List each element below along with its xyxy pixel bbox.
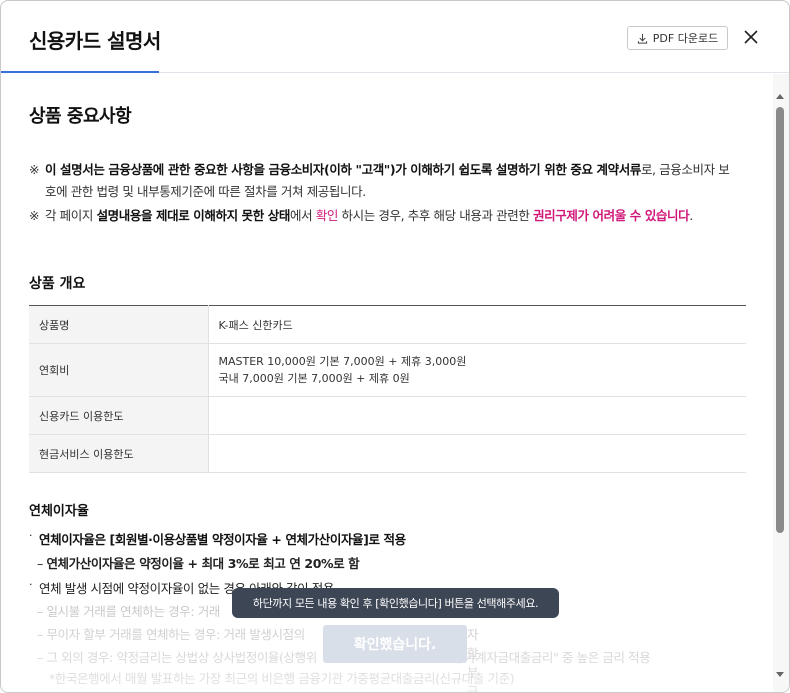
late-dash-4-text: 그 외의 경우: 약정금리는 상법상 상사법정이율(상행위 bbox=[46, 650, 317, 665]
row-value: MASTER 10,000원 기본 7,000원 + 제휴 3,000원 국내 … bbox=[208, 343, 746, 397]
annual-fee-line: 국내 7,000원 기본 7,000원 + 제휴 0원 bbox=[218, 372, 410, 385]
notice-2-warning-highlight: 권리구제가 어려울 수 있습니다 bbox=[533, 208, 690, 223]
late-interest-title: 연체이자율 bbox=[29, 504, 89, 519]
table-row: 연회비 MASTER 10,000원 기본 7,000원 + 제휴 3,000원… bbox=[29, 343, 746, 397]
section-title: 상품 중요사항 bbox=[29, 106, 132, 127]
scroll-down-arrow-icon[interactable] bbox=[776, 672, 784, 677]
late-dash-2: – 일시불 거래를 연체하는 경우: 거래 bbox=[37, 604, 220, 619]
late-dash-2-text: 일시불 거래를 연체하는 경우: 거래 bbox=[46, 604, 220, 619]
overview-title: 상품 개요 bbox=[29, 276, 86, 292]
late-dash-4: – 그 외의 경우: 약정금리는 상법상 상사법정이율(상행위 금융가계자금대출금… bbox=[37, 647, 651, 666]
late-dash-1-text: 연체가산이자율은 약정이율 + 최대 3%로 최고 연 20%로 함 bbox=[46, 556, 360, 571]
pdf-download-button[interactable]: PDF 다운로드 bbox=[627, 26, 728, 50]
late-bullet-1: · 연체이자율은 [회원별·이용상품별 약정이자율 + 연체가산이자율]로 적용 bbox=[29, 529, 406, 547]
late-dash-1: – 연체가산이자율은 약정이율 + 최대 3%로 최고 연 20%로 함 bbox=[37, 556, 360, 571]
notice-2-bold: 설명내용을 제대로 이해하지 못한 상태 bbox=[96, 208, 291, 223]
modal-header: 신용카드 설명서 PDF 다운로드 bbox=[1, 1, 789, 73]
row-value bbox=[208, 434, 746, 473]
late-bullet-1-text: 연체이자율은 [회원별·이용상품별 약정이자율 + 연체가산이자율]로 적용 bbox=[39, 532, 406, 547]
row-value bbox=[208, 396, 746, 435]
late-dash-3-text: 무이자 할부 거래를 연체하는 경우: 거래 발생시점의 bbox=[46, 627, 305, 642]
notice-2-text: 에서 bbox=[289, 208, 316, 223]
close-icon bbox=[744, 30, 758, 44]
modal-title: 신용카드 설명서 bbox=[29, 29, 161, 53]
table-row: 현금서비스 이용한도 bbox=[29, 434, 746, 473]
late-footnote: *한국은행에서 매월 발표하는 가장 최근의 비은행 금융기관 가중평균대출금리… bbox=[49, 671, 515, 686]
notice-2-text: . bbox=[689, 208, 693, 223]
table-row: 신용카드 이용한도 bbox=[29, 396, 746, 435]
notice-mark: ※ bbox=[29, 208, 40, 223]
row-label: 현금서비스 이용한도 bbox=[29, 434, 209, 473]
pdf-download-label: PDF 다운로드 bbox=[652, 32, 719, 45]
notice-2: ※ 각 페이지 설명내용을 제대로 이해하지 못한 상태에서 확인 하시는 경우… bbox=[29, 205, 749, 227]
vertical-scrollbar[interactable] bbox=[773, 74, 789, 692]
notice-mark: ※ bbox=[29, 162, 40, 177]
annual-fee-line: MASTER 10,000원 기본 7,000원 + 제휴 3,000원 bbox=[218, 355, 467, 368]
download-icon bbox=[637, 33, 647, 44]
notice-1: ※ 이 설명서는 금융상품에 관한 중요한 사항을 금융소비자(이하 "고객")… bbox=[29, 159, 739, 203]
overview-table: 상품명 K-패스 신한카드 연회비 MASTER 10,000원 기본 7,00… bbox=[29, 305, 746, 473]
scroll-thumb[interactable] bbox=[776, 107, 784, 533]
close-button[interactable] bbox=[739, 25, 763, 49]
notice-2-confirm-highlight: 확인 bbox=[315, 208, 339, 223]
card-manual-modal: 신용카드 설명서 PDF 다운로드 상품 중요사항 ※ 이 설명서는 금융상품에… bbox=[0, 0, 790, 693]
title-underline bbox=[1, 71, 159, 73]
row-label: 신용카드 이용한도 bbox=[29, 396, 209, 435]
late-dash-3: – 무이자 할부 거래를 연체하는 경우: 거래 발생시점의자 할부금리 bbox=[37, 624, 479, 692]
confirm-button[interactable]: 확인했습니다. bbox=[323, 625, 467, 663]
row-value: K-패스 신한카드 bbox=[208, 305, 746, 344]
row-label: 상품명 bbox=[29, 305, 209, 344]
scroll-up-arrow-icon[interactable] bbox=[776, 94, 784, 99]
late-dash-4-tail: 금융가계자금대출금리" 중 높은 금리 적용 bbox=[442, 650, 651, 665]
notice-1-bold: 이 설명서는 금융상품에 관한 중요한 사항을 금융소비자(이하 "고객")가 … bbox=[45, 162, 641, 177]
table-row: 상품명 K-패스 신한카드 bbox=[29, 305, 746, 344]
row-label: 연회비 bbox=[29, 343, 209, 397]
notice-2-text: 각 페이지 bbox=[45, 208, 97, 223]
notice-2-text: 하시는 경우, 추후 해당 내용과 관련한 bbox=[337, 208, 534, 223]
scroll-tooltip: 하단까지 모든 내용 확인 후 [확인했습니다] 버튼을 선택해주세요. bbox=[232, 588, 559, 618]
